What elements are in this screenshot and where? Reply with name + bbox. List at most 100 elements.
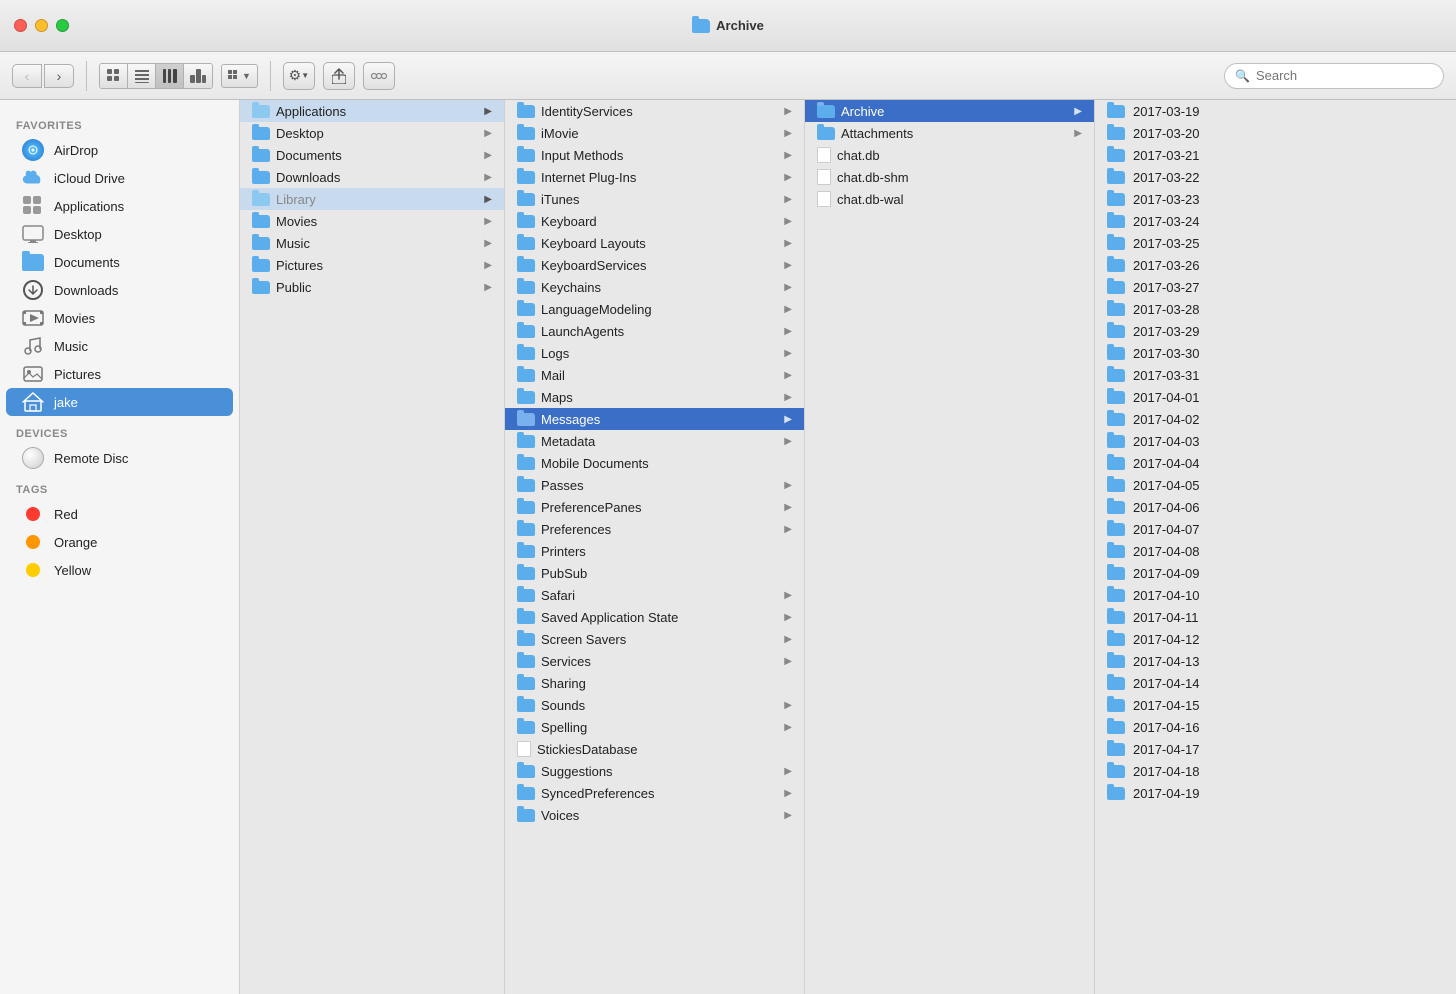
maximize-button[interactable] — [56, 19, 69, 32]
list-item[interactable]: 2017-03-28 — [1095, 298, 1456, 320]
list-item[interactable]: 2017-04-19 — [1095, 782, 1456, 804]
list-item[interactable]: 2017-04-13 — [1095, 650, 1456, 672]
list-item[interactable]: Internet Plug-Ins ▶ — [505, 166, 804, 188]
list-item[interactable]: Music ▶ — [240, 232, 504, 254]
column-view-button[interactable] — [156, 64, 184, 88]
list-item[interactable]: Keychains ▶ — [505, 276, 804, 298]
list-item[interactable]: Preferences ▶ — [505, 518, 804, 540]
list-item[interactable]: 2017-04-08 — [1095, 540, 1456, 562]
list-item-chat-db[interactable]: chat.db — [805, 144, 1094, 166]
list-item[interactable]: 2017-04-04 — [1095, 452, 1456, 474]
list-item[interactable]: KeyboardServices ▶ — [505, 254, 804, 276]
sidebar-item-downloads[interactable]: Downloads — [6, 276, 233, 304]
list-item[interactable]: 2017-03-23 — [1095, 188, 1456, 210]
list-item[interactable]: PubSub — [505, 562, 804, 584]
list-item[interactable]: Voices ▶ — [505, 804, 804, 826]
list-item[interactable]: Passes ▶ — [505, 474, 804, 496]
list-item[interactable]: 2017-04-18 — [1095, 760, 1456, 782]
list-item[interactable]: 2017-04-14 — [1095, 672, 1456, 694]
minimize-button[interactable] — [35, 19, 48, 32]
list-item[interactable]: 2017-03-29 — [1095, 320, 1456, 342]
list-item[interactable]: Suggestions ▶ — [505, 760, 804, 782]
list-item[interactable]: 2017-04-05 — [1095, 474, 1456, 496]
list-item[interactable]: 2017-04-15 — [1095, 694, 1456, 716]
list-item[interactable]: Printers — [505, 540, 804, 562]
list-item[interactable]: Sounds ▶ — [505, 694, 804, 716]
sidebar-item-jake[interactable]: jake — [6, 388, 233, 416]
list-item[interactable]: 2017-04-17 — [1095, 738, 1456, 760]
sidebar-item-tag-red[interactable]: Red — [6, 500, 233, 528]
list-item[interactable]: Applications ▶ — [240, 100, 504, 122]
list-item[interactable]: 2017-04-12 — [1095, 628, 1456, 650]
list-item[interactable]: 2017-03-22 — [1095, 166, 1456, 188]
list-item[interactable]: Services ▶ — [505, 650, 804, 672]
close-button[interactable] — [14, 19, 27, 32]
sidebar-item-airdrop[interactable]: AirDrop — [6, 136, 233, 164]
list-item[interactable]: 2017-03-27 — [1095, 276, 1456, 298]
list-item[interactable]: Movies ▶ — [240, 210, 504, 232]
icon-view-button[interactable] — [100, 64, 128, 88]
search-bar[interactable]: 🔍 — [1224, 63, 1444, 89]
list-item[interactable]: 2017-04-02 — [1095, 408, 1456, 430]
sidebar-item-remote-disc[interactable]: Remote Disc — [6, 444, 233, 472]
settings-button[interactable]: ⚙ ▼ — [283, 62, 315, 90]
list-item[interactable]: Sharing — [505, 672, 804, 694]
list-item[interactable]: 2017-03-19 — [1095, 100, 1456, 122]
list-item[interactable]: 2017-03-21 — [1095, 144, 1456, 166]
list-item[interactable]: Documents ▶ — [240, 144, 504, 166]
sidebar-item-music[interactable]: Music — [6, 332, 233, 360]
sidebar-item-documents[interactable]: Documents — [6, 248, 233, 276]
arrange-by-button[interactable]: ▼ — [221, 64, 258, 88]
sidebar-item-applications[interactable]: Applications — [6, 192, 233, 220]
list-item[interactable]: iMovie ▶ — [505, 122, 804, 144]
list-item[interactable]: Screen Savers ▶ — [505, 628, 804, 650]
sidebar-item-pictures[interactable]: Pictures — [6, 360, 233, 388]
list-item[interactable]: Keyboard ▶ — [505, 210, 804, 232]
list-item[interactable]: 2017-03-24 — [1095, 210, 1456, 232]
sidebar-item-tag-orange[interactable]: Orange — [6, 528, 233, 556]
list-item[interactable]: 2017-04-10 — [1095, 584, 1456, 606]
list-item[interactable]: Input Methods ▶ — [505, 144, 804, 166]
list-item[interactable]: 2017-03-25 — [1095, 232, 1456, 254]
list-item[interactable]: Pictures ▶ — [240, 254, 504, 276]
list-item[interactable]: LaunchAgents ▶ — [505, 320, 804, 342]
list-item-archive[interactable]: Archive ▶ — [805, 100, 1094, 122]
list-item[interactable]: 2017-04-09 — [1095, 562, 1456, 584]
list-item[interactable]: IdentityServices ▶ — [505, 100, 804, 122]
list-view-button[interactable] — [128, 64, 156, 88]
list-item[interactable]: LanguageModeling ▶ — [505, 298, 804, 320]
list-item[interactable]: Saved Application State ▶ — [505, 606, 804, 628]
list-item[interactable]: Mail ▶ — [505, 364, 804, 386]
sidebar-item-desktop[interactable]: Desktop — [6, 220, 233, 248]
sidebar-item-icloud[interactable]: iCloud Drive — [6, 164, 233, 192]
list-item-chat-db-shm[interactable]: chat.db-shm — [805, 166, 1094, 188]
list-item-chat-db-wal[interactable]: chat.db-wal — [805, 188, 1094, 210]
list-item[interactable]: Downloads ▶ — [240, 166, 504, 188]
list-item[interactable]: SyncedPreferences ▶ — [505, 782, 804, 804]
tag-button[interactable] — [363, 62, 395, 90]
list-item[interactable]: 2017-04-01 — [1095, 386, 1456, 408]
list-item[interactable]: iTunes ▶ — [505, 188, 804, 210]
back-button[interactable]: ‹ — [12, 64, 42, 88]
list-item[interactable]: Safari ▶ — [505, 584, 804, 606]
list-item[interactable]: Public ▶ — [240, 276, 504, 298]
search-input[interactable] — [1256, 68, 1433, 83]
list-item[interactable]: 2017-03-20 — [1095, 122, 1456, 144]
list-item[interactable]: 2017-03-26 — [1095, 254, 1456, 276]
list-item[interactable]: Metadata ▶ — [505, 430, 804, 452]
list-item[interactable]: PreferencePanes ▶ — [505, 496, 804, 518]
share-button[interactable] — [323, 62, 355, 90]
list-item[interactable]: Maps ▶ — [505, 386, 804, 408]
list-item[interactable]: Mobile Documents — [505, 452, 804, 474]
sidebar-item-movies[interactable]: Movies — [6, 304, 233, 332]
list-item[interactable]: Desktop ▶ — [240, 122, 504, 144]
sidebar-item-tag-yellow[interactable]: Yellow — [6, 556, 233, 584]
cover-flow-button[interactable] — [184, 64, 212, 88]
list-item[interactable]: 2017-04-11 — [1095, 606, 1456, 628]
list-item[interactable]: 2017-04-16 — [1095, 716, 1456, 738]
list-item[interactable]: StickiesDatabase — [505, 738, 804, 760]
list-item[interactable]: 2017-03-30 — [1095, 342, 1456, 364]
list-item[interactable]: Spelling ▶ — [505, 716, 804, 738]
list-item-messages[interactable]: Messages ▶ — [505, 408, 804, 430]
forward-button[interactable]: › — [44, 64, 74, 88]
